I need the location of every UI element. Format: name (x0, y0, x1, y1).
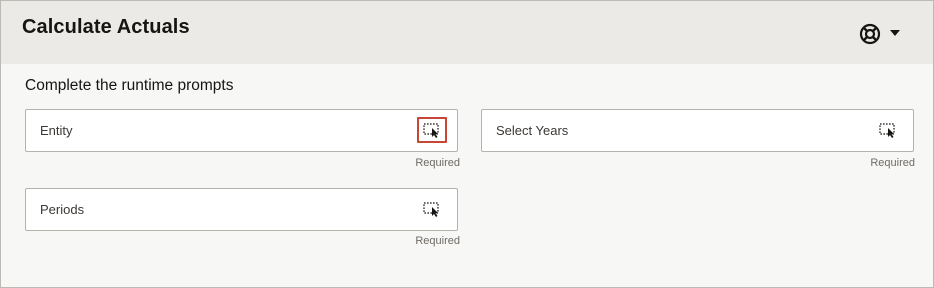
content-area (1, 64, 933, 287)
page-title: Calculate Actuals (22, 16, 190, 38)
dialog: Calculate Actuals Complete the runtime p… (0, 0, 934, 288)
caret-down-icon (890, 30, 900, 36)
header-bar: Calculate Actuals (1, 1, 933, 64)
entity-required-text: Required (415, 157, 460, 169)
periods-label: Periods (40, 202, 85, 217)
periods-field[interactable]: Periods (25, 188, 458, 231)
select-years-field[interactable]: Select Years (481, 109, 914, 152)
entity-label: Entity (40, 123, 73, 138)
select-years-label: Select Years (496, 123, 569, 138)
select-years-required-text: Required (870, 157, 915, 169)
member-selector-icon (879, 122, 895, 138)
help-menu-button[interactable] (856, 21, 906, 47)
entity-member-selector-button[interactable] (417, 117, 447, 143)
entity-field[interactable]: Entity (25, 109, 458, 152)
periods-member-selector-button[interactable] (417, 196, 447, 222)
select-years-member-selector-button[interactable] (873, 117, 903, 143)
prompt-instructions: Complete the runtime prompts (25, 77, 234, 94)
member-selector-icon (423, 122, 439, 138)
lifebuoy-icon (859, 23, 881, 45)
member-selector-icon (423, 201, 439, 217)
periods-required-text: Required (415, 235, 460, 247)
